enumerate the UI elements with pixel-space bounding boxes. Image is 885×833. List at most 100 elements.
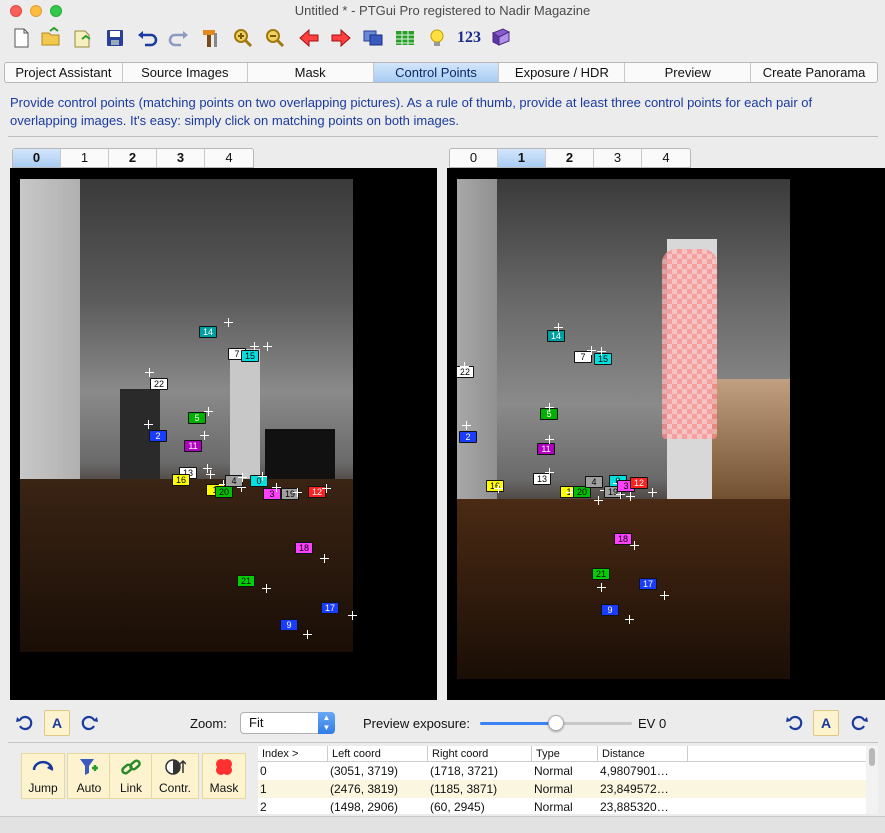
right-control-point-label-12[interactable]: 12 [630,477,648,489]
right-control-point-marker-17[interactable] [660,591,669,600]
left-image-tab-1[interactable]: 1 [61,149,109,167]
col-right-coord[interactable]: Right coord [428,746,532,761]
jump-button[interactable]: Jump [21,753,65,799]
right-control-point-marker-5[interactable] [545,403,554,412]
right-control-point-marker-22[interactable] [460,362,469,371]
panorama-editor-icon[interactable] [360,25,386,51]
left-control-point-label-15[interactable]: 15 [241,350,259,362]
left-control-point-label-17[interactable]: 17 [321,602,339,614]
left-control-point-marker-4[interactable] [238,473,247,482]
left-image-tab-2[interactable]: 2 [109,149,157,167]
right-image-tab-1[interactable]: 1 [498,149,546,167]
left-control-point-marker-2[interactable] [144,420,153,429]
right-control-point-marker-20[interactable] [594,496,603,505]
right-control-point-label-9[interactable]: 9 [601,604,619,616]
table-row[interactable]: 1 (2476, 3819) (1185, 3871) Normal 23,84… [258,780,866,798]
right-control-point-marker-9[interactable] [625,615,634,624]
left-control-point-marker-14[interactable] [224,318,233,327]
left-rotate-ccw-icon[interactable] [14,712,36,734]
bulb-icon[interactable] [424,25,450,51]
left-control-point-marker-9[interactable] [303,630,312,639]
right-control-point-label-11[interactable]: 11 [537,443,555,455]
left-control-point-marker-22[interactable] [145,368,154,377]
right-image-viewer[interactable]: 14715222511131612040193121821179 [447,168,885,700]
open-recent-icon[interactable] [70,25,96,51]
left-control-point-marker-12[interactable] [322,484,331,493]
tab-exposure-hdr[interactable]: Exposure / HDR [499,63,626,82]
next-icon[interactable] [328,25,354,51]
link-button[interactable]: Link [109,753,153,799]
right-control-point-marker-2[interactable] [462,421,471,430]
left-image-viewer[interactable]: 14715222511131612040319121821179 [10,168,437,700]
left-control-point-marker-0[interactable] [258,472,267,481]
right-control-point-marker-13[interactable] [545,468,554,477]
col-left-coord[interactable]: Left coord [328,746,428,761]
table-icon[interactable] [392,25,418,51]
right-control-point-marker-12[interactable] [648,488,657,497]
minimize-window-button[interactable] [30,5,42,17]
numbers-icon[interactable]: 123 [454,25,484,51]
left-image-tab-4[interactable]: 4 [205,149,253,167]
right-control-point-marker-21[interactable] [597,583,606,592]
right-control-point-marker-15[interactable] [597,347,606,356]
prev-icon[interactable] [296,25,322,51]
left-control-point-marker-15[interactable] [263,342,272,351]
left-control-point-label-20[interactable]: 20 [215,486,233,498]
tab-create-panorama[interactable]: Create Panorama [751,63,877,82]
right-control-point-label-21[interactable]: 21 [592,568,610,580]
close-window-button[interactable] [10,5,22,17]
tools-icon[interactable] [198,25,224,51]
book-icon[interactable] [488,25,514,51]
left-control-point-marker-19[interactable] [293,488,302,497]
tab-control-points[interactable]: Control Points [373,63,500,82]
left-control-point-marker-17[interactable] [348,611,357,620]
left-control-point-marker-16[interactable] [206,470,215,479]
right-control-point-marker-11[interactable] [545,435,554,444]
tab-project-assistant[interactable]: Project Assistant [5,63,123,82]
left-control-point-label-14[interactable]: 14 [199,326,217,338]
left-control-point-label-22[interactable]: 22 [150,378,168,390]
maximize-window-button[interactable] [50,5,62,17]
right-control-point-marker-16[interactable] [494,484,503,493]
table-row[interactable]: 2 (1498, 2906) (60, 2945) Normal 23,8853… [258,798,866,814]
zoom-in-icon[interactable] [230,25,256,51]
left-image-tab-0[interactable]: 0 [13,149,61,167]
left-control-point-label-16[interactable]: 16 [172,474,190,486]
right-image-tab-4[interactable]: 4 [642,149,690,167]
left-control-point-marker-18[interactable] [320,554,329,563]
right-rotate-ccw-icon[interactable] [784,712,806,734]
left-control-point-marker-21[interactable] [262,584,271,593]
right-control-point-marker-14[interactable] [554,323,563,332]
left-auto-button[interactable]: A [44,710,70,736]
left-control-point-marker-11[interactable] [200,431,209,440]
left-control-point-label-21[interactable]: 21 [237,575,255,587]
col-distance[interactable]: Distance [598,746,688,761]
left-control-point-label-9[interactable]: 9 [280,619,298,631]
exposure-slider[interactable] [480,715,632,731]
left-control-point-label-11[interactable]: 11 [184,440,202,452]
tab-mask[interactable]: Mask [248,63,374,82]
open-icon[interactable] [38,25,64,51]
left-control-point-marker-3[interactable] [272,483,281,492]
right-control-point-marker-3[interactable] [626,492,635,501]
right-image-tab-0[interactable]: 0 [450,149,498,167]
contrast-button[interactable]: Contr. [151,753,199,799]
new-icon[interactable] [8,25,34,51]
scrollbar-thumb[interactable] [869,748,875,766]
mask-button[interactable]: Mask [202,753,246,799]
redo-icon[interactable] [166,25,192,51]
right-control-point-label-17[interactable]: 17 [639,578,657,590]
right-control-point-label-2[interactable]: 2 [459,431,477,443]
exposure-slider-knob[interactable] [548,715,564,731]
left-control-point-marker-5[interactable] [204,407,213,416]
col-type[interactable]: Type [532,746,598,761]
table-row[interactable]: 0 (3051, 3719) (1718, 3721) Normal 4,980… [258,762,866,780]
left-control-point-label-2[interactable]: 2 [149,430,167,442]
zoom-select[interactable]: Fit ▲ ▼ [240,712,335,734]
right-rotate-cw-icon[interactable] [848,712,870,734]
zoom-out-icon[interactable] [262,25,288,51]
save-icon[interactable] [102,25,128,51]
right-control-point-marker-18[interactable] [630,541,639,550]
right-image-tab-2[interactable]: 2 [546,149,594,167]
table-scrollbar[interactable] [866,746,878,814]
